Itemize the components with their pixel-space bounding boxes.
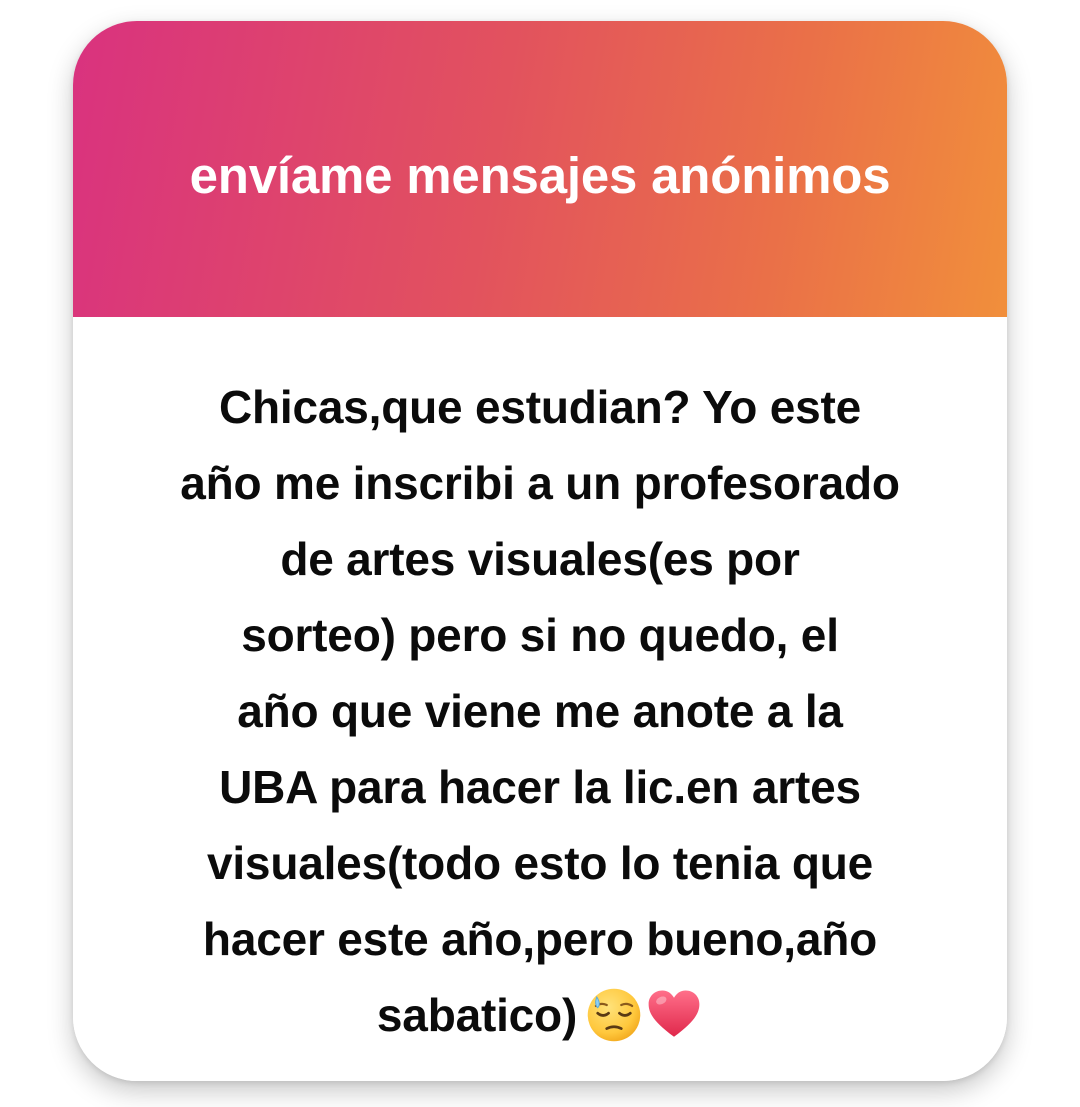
sleepy-face-icon (585, 986, 643, 1044)
message-line: año me inscribi a un profesorado (180, 457, 900, 509)
message-text: Chicas,que estudian? Yo este año me insc… (109, 369, 971, 1053)
message-line: sabatico) (376, 989, 578, 1041)
card-title: envíame mensajes anónimos (189, 146, 891, 204)
card-body: Chicas,que estudian? Yo este año me insc… (73, 317, 1007, 1081)
message-line: sorteo) pero si no quedo, el (241, 609, 839, 661)
message-line: visuales(todo esto lo tenia que (206, 837, 874, 889)
card-header: envíame mensajes anónimos (73, 21, 1007, 317)
message-line: Chicas,que estudian? Yo este (219, 381, 861, 433)
question-card: envíame mensajes anónimos Chicas,que est… (73, 21, 1007, 1081)
message-line: de artes visuales(es por (280, 533, 800, 585)
red-heart-icon (645, 986, 703, 1044)
message-line: hacer este año,pero bueno,año (202, 913, 878, 965)
message-line: año que viene me anote a la (237, 685, 843, 737)
message-last-line: sabatico) (109, 977, 971, 1053)
message-line: UBA para hacer la lic.en artes (219, 761, 861, 813)
